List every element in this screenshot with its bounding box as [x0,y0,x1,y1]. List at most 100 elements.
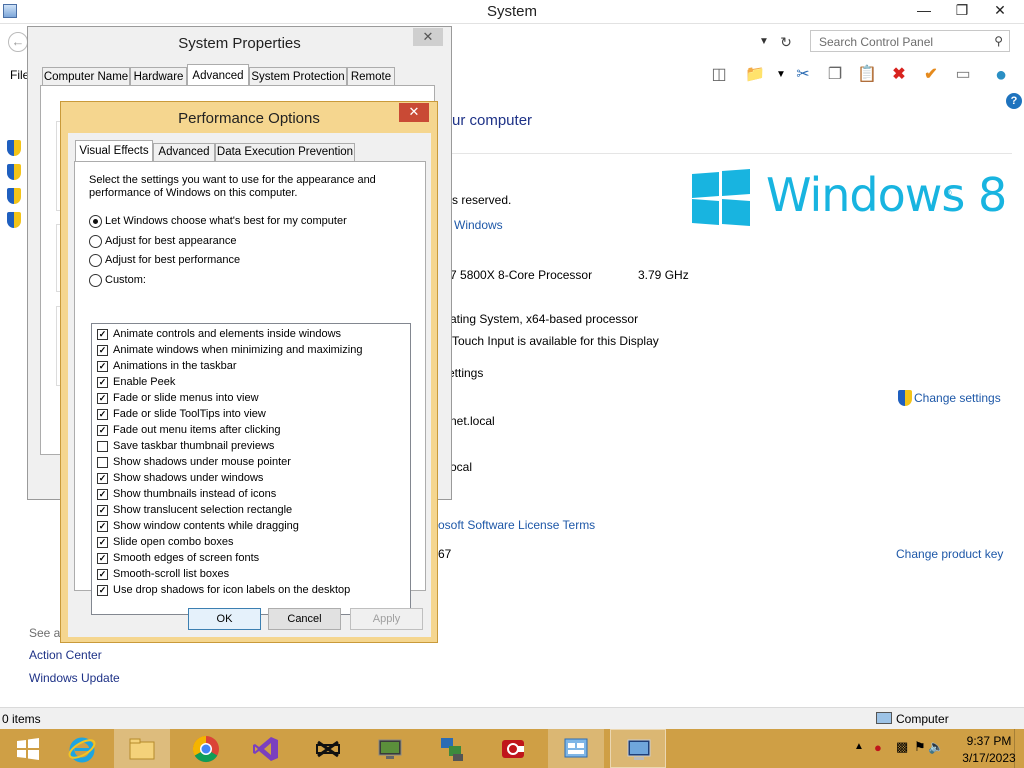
checkbox[interactable]: ✓ [97,361,108,372]
notification-flag-icon[interactable]: ⚑ [914,739,926,755]
cancel-button[interactable]: Cancel [268,608,341,630]
search-placeholder: Search Control Panel [819,35,934,49]
help-icon[interactable]: ? [1006,93,1022,109]
checkbox[interactable]: ✓ [97,425,108,436]
volume-icon[interactable]: 🔈 [928,739,944,755]
paste-icon[interactable]: 📋 [856,64,878,86]
properties-dropdown-icon[interactable]: ▼ [770,64,792,86]
checkbox[interactable]: ✓ [97,521,108,532]
tab-remote[interactable]: Remote [347,67,395,87]
checkbox[interactable] [97,457,108,468]
taskbar-system[interactable] [610,729,666,768]
checkmark-icon[interactable]: ✔ [920,64,942,86]
checkbox[interactable]: ✓ [97,473,108,484]
license-terms-link[interactable]: osoft Software License Terms [438,518,595,532]
checkbox-label: Animate windows when minimizing and maxi… [113,344,363,356]
section-settings-heading: ettings [448,366,484,380]
checkbox-label: Use drop shadows for icon labels on the … [113,584,351,596]
apply-button[interactable]: Apply [350,608,423,630]
tab-data-execution-prevention[interactable]: Data Execution Prevention [215,143,355,162]
checkbox-label: Enable Peek [113,376,176,388]
maximize-button[interactable]: ❐ [946,0,978,22]
checkbox[interactable]: ✓ [97,345,108,356]
globe-icon[interactable]: ● [990,64,1012,86]
shield-icon [7,212,21,228]
windows-edition-link[interactable]: Windows [454,218,503,232]
taskbar-chrome[interactable] [178,729,234,768]
windows-logo-text: Windows 8 [766,168,1007,222]
back-arrow-icon[interactable]: ← [8,32,28,52]
checkbox[interactable]: ✓ [97,489,108,500]
close-button[interactable]: ✕ [984,0,1016,22]
search-input[interactable]: Search Control Panel ⚲ [810,30,1010,52]
radio-button[interactable] [89,274,102,287]
address-dropdown-icon[interactable]: ▼ [754,32,774,52]
checkbox[interactable] [97,441,108,452]
taskbar-control-panel[interactable] [548,729,604,768]
screen-recorder-icon [502,740,524,758]
chrome-icon [192,735,219,763]
change-product-key-link[interactable]: Change product key [896,547,1003,561]
checkbox[interactable]: ✓ [97,537,108,548]
tab-computer-name[interactable]: Computer Name [42,67,130,87]
close-button[interactable]: ✕ [413,28,443,46]
system-computer-icon [627,739,651,760]
checkbox[interactable]: ✓ [97,585,108,596]
tab-hardware[interactable]: Hardware [130,67,187,87]
checkbox-label: Animations in the taskbar [113,360,237,372]
rename-icon[interactable]: ▭ [952,64,974,86]
windows-update-link[interactable]: Windows Update [29,671,120,685]
taskbar-remote-desktop[interactable] [362,729,418,768]
checkbox-label: Fade or slide ToolTips into view [113,408,266,420]
close-button[interactable]: ✕ [399,103,429,122]
action-center-link[interactable]: Action Center [29,648,102,662]
checkbox[interactable]: ✓ [97,393,108,404]
copy-icon[interactable]: ❐ [824,64,846,86]
search-icon[interactable]: ⚲ [994,34,1003,48]
taskbar-internet-explorer[interactable] [54,729,110,768]
dialog-body: Visual Effects Advanced Data Execution P… [68,133,431,637]
dialog-title: System Properties [178,35,301,52]
internet-explorer-icon [68,737,96,763]
minimize-button[interactable]: — [908,0,940,22]
show-hidden-icons-icon[interactable]: ▲ [854,741,864,752]
refresh-icon[interactable]: ↻ [776,32,796,52]
taskbar-network-tool[interactable] [424,729,480,768]
tab-advanced[interactable]: Advanced [187,64,249,87]
shield-icon [898,390,912,406]
checkbox[interactable]: ✓ [97,329,108,340]
change-settings-label[interactable]: Change settings [914,391,1001,405]
network-tray-icon[interactable]: ▩ [896,739,908,755]
layout-icon[interactable]: ◫ [708,64,730,86]
recorder-tray-icon[interactable]: ● [874,740,882,755]
tab-visual-effects[interactable]: Visual Effects [75,140,153,162]
radio-button[interactable] [89,215,102,228]
radio-button[interactable] [89,254,102,267]
monitor-icon [378,739,402,759]
start-button[interactable] [0,729,56,768]
ok-button[interactable]: OK [188,608,261,630]
status-items-count: 0 items [2,712,41,726]
checkbox[interactable]: ✓ [97,505,108,516]
delete-icon[interactable]: ✖ [888,64,910,86]
cut-icon[interactable]: ✂ [792,64,814,86]
checkbox[interactable]: ✓ [97,409,108,420]
tab-advanced[interactable]: Advanced [153,143,215,162]
tab-system-protection[interactable]: System Protection [249,67,347,87]
checkbox-label: Show thumbnails instead of icons [113,488,277,500]
taskbar-file-explorer[interactable] [114,729,170,768]
clock-date[interactable]: 3/17/2023 [959,751,1019,765]
taskbar-visual-studio[interactable] [238,729,294,768]
checkbox[interactable]: ✓ [97,553,108,564]
checkbox[interactable]: ✓ [97,569,108,580]
checkbox-label: Show window contents while dragging [113,520,299,532]
taskbar-screen-recorder[interactable] [486,729,542,768]
radio-label: Custom: [105,274,146,286]
effects-list[interactable]: ✓ Animate controls and elements inside wi… [91,323,411,615]
radio-button[interactable] [89,235,102,248]
clock-time[interactable]: 9:37 PM [959,734,1019,748]
checkbox[interactable]: ✓ [97,377,108,388]
taskbar-capcut[interactable] [300,729,356,768]
properties-icon[interactable]: 📁 [744,64,766,86]
toolbar: ◫ 📁 ▼ ✂ ❐ 📋 ✖ ✔ ▭ ● [700,60,1024,90]
